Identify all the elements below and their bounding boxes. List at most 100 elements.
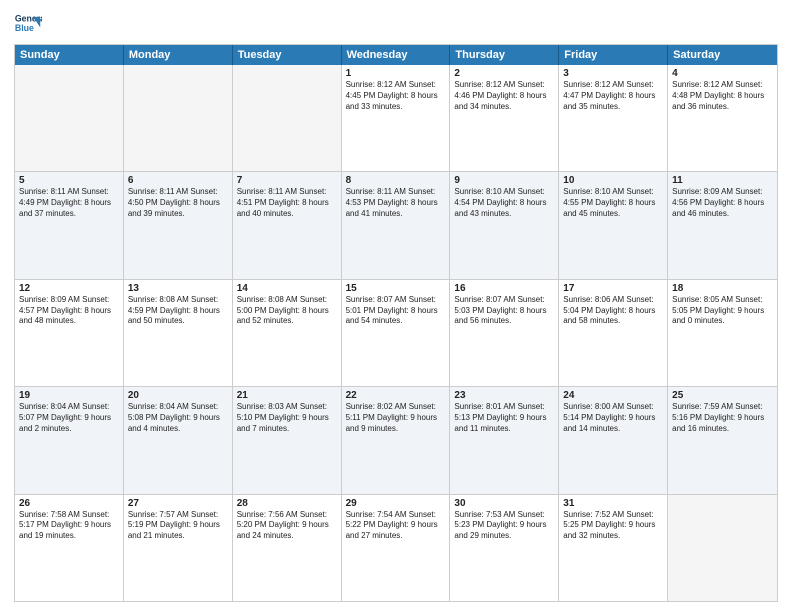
day-number: 17 xyxy=(563,283,663,294)
day-cell-11: 11Sunrise: 8:09 AM Sunset: 4:56 PM Dayli… xyxy=(668,172,777,278)
calendar: SundayMondayTuesdayWednesdayThursdayFrid… xyxy=(14,44,778,602)
day-cell-9: 9Sunrise: 8:10 AM Sunset: 4:54 PM Daylig… xyxy=(450,172,559,278)
calendar-row-3: 12Sunrise: 8:09 AM Sunset: 4:57 PM Dayli… xyxy=(15,279,777,386)
svg-text:Blue: Blue xyxy=(15,23,34,33)
day-info: Sunrise: 8:11 AM Sunset: 4:51 PM Dayligh… xyxy=(237,187,337,219)
day-cell-28: 28Sunrise: 7:56 AM Sunset: 5:20 PM Dayli… xyxy=(233,495,342,601)
day-number: 2 xyxy=(454,68,554,79)
day-number: 8 xyxy=(346,175,446,186)
day-cell-18: 18Sunrise: 8:05 AM Sunset: 5:05 PM Dayli… xyxy=(668,280,777,386)
calendar-body: 1Sunrise: 8:12 AM Sunset: 4:45 PM Daylig… xyxy=(15,65,777,601)
empty-cell xyxy=(124,65,233,171)
page: General Blue SundayMondayTuesdayWednesda… xyxy=(0,0,792,612)
day-cell-12: 12Sunrise: 8:09 AM Sunset: 4:57 PM Dayli… xyxy=(15,280,124,386)
logo: General Blue xyxy=(14,10,42,38)
day-cell-17: 17Sunrise: 8:06 AM Sunset: 5:04 PM Dayli… xyxy=(559,280,668,386)
header-day-thursday: Thursday xyxy=(450,45,559,65)
day-info: Sunrise: 8:12 AM Sunset: 4:46 PM Dayligh… xyxy=(454,80,554,112)
day-info: Sunrise: 8:12 AM Sunset: 4:47 PM Dayligh… xyxy=(563,80,663,112)
day-number: 3 xyxy=(563,68,663,79)
day-cell-10: 10Sunrise: 8:10 AM Sunset: 4:55 PM Dayli… xyxy=(559,172,668,278)
calendar-row-4: 19Sunrise: 8:04 AM Sunset: 5:07 PM Dayli… xyxy=(15,386,777,493)
day-number: 12 xyxy=(19,283,119,294)
day-number: 20 xyxy=(128,390,228,401)
day-cell-3: 3Sunrise: 8:12 AM Sunset: 4:47 PM Daylig… xyxy=(559,65,668,171)
day-number: 24 xyxy=(563,390,663,401)
day-info: Sunrise: 8:04 AM Sunset: 5:08 PM Dayligh… xyxy=(128,402,228,434)
day-info: Sunrise: 8:02 AM Sunset: 5:11 PM Dayligh… xyxy=(346,402,446,434)
day-cell-23: 23Sunrise: 8:01 AM Sunset: 5:13 PM Dayli… xyxy=(450,387,559,493)
day-cell-15: 15Sunrise: 8:07 AM Sunset: 5:01 PM Dayli… xyxy=(342,280,451,386)
day-info: Sunrise: 8:04 AM Sunset: 5:07 PM Dayligh… xyxy=(19,402,119,434)
empty-cell xyxy=(233,65,342,171)
day-cell-6: 6Sunrise: 8:11 AM Sunset: 4:50 PM Daylig… xyxy=(124,172,233,278)
day-info: Sunrise: 7:56 AM Sunset: 5:20 PM Dayligh… xyxy=(237,510,337,542)
day-number: 28 xyxy=(237,498,337,509)
day-cell-2: 2Sunrise: 8:12 AM Sunset: 4:46 PM Daylig… xyxy=(450,65,559,171)
day-cell-27: 27Sunrise: 7:57 AM Sunset: 5:19 PM Dayli… xyxy=(124,495,233,601)
day-info: Sunrise: 8:09 AM Sunset: 4:56 PM Dayligh… xyxy=(672,187,773,219)
header-day-saturday: Saturday xyxy=(668,45,777,65)
header-day-tuesday: Tuesday xyxy=(233,45,342,65)
day-cell-4: 4Sunrise: 8:12 AM Sunset: 4:48 PM Daylig… xyxy=(668,65,777,171)
day-cell-25: 25Sunrise: 7:59 AM Sunset: 5:16 PM Dayli… xyxy=(668,387,777,493)
header: General Blue xyxy=(14,10,778,38)
day-cell-1: 1Sunrise: 8:12 AM Sunset: 4:45 PM Daylig… xyxy=(342,65,451,171)
day-info: Sunrise: 8:11 AM Sunset: 4:53 PM Dayligh… xyxy=(346,187,446,219)
calendar-row-5: 26Sunrise: 7:58 AM Sunset: 5:17 PM Dayli… xyxy=(15,494,777,601)
day-number: 10 xyxy=(563,175,663,186)
day-number: 30 xyxy=(454,498,554,509)
header-day-wednesday: Wednesday xyxy=(342,45,451,65)
day-cell-19: 19Sunrise: 8:04 AM Sunset: 5:07 PM Dayli… xyxy=(15,387,124,493)
day-cell-16: 16Sunrise: 8:07 AM Sunset: 5:03 PM Dayli… xyxy=(450,280,559,386)
day-number: 26 xyxy=(19,498,119,509)
day-info: Sunrise: 8:07 AM Sunset: 5:03 PM Dayligh… xyxy=(454,295,554,327)
day-info: Sunrise: 8:00 AM Sunset: 5:14 PM Dayligh… xyxy=(563,402,663,434)
day-info: Sunrise: 7:59 AM Sunset: 5:16 PM Dayligh… xyxy=(672,402,773,434)
day-info: Sunrise: 8:08 AM Sunset: 4:59 PM Dayligh… xyxy=(128,295,228,327)
calendar-row-2: 5Sunrise: 8:11 AM Sunset: 4:49 PM Daylig… xyxy=(15,171,777,278)
day-cell-20: 20Sunrise: 8:04 AM Sunset: 5:08 PM Dayli… xyxy=(124,387,233,493)
day-cell-29: 29Sunrise: 7:54 AM Sunset: 5:22 PM Dayli… xyxy=(342,495,451,601)
empty-cell xyxy=(15,65,124,171)
day-number: 18 xyxy=(672,283,773,294)
day-cell-30: 30Sunrise: 7:53 AM Sunset: 5:23 PM Dayli… xyxy=(450,495,559,601)
day-info: Sunrise: 8:09 AM Sunset: 4:57 PM Dayligh… xyxy=(19,295,119,327)
day-cell-8: 8Sunrise: 8:11 AM Sunset: 4:53 PM Daylig… xyxy=(342,172,451,278)
day-number: 5 xyxy=(19,175,119,186)
day-number: 23 xyxy=(454,390,554,401)
header-day-monday: Monday xyxy=(124,45,233,65)
day-info: Sunrise: 8:11 AM Sunset: 4:49 PM Dayligh… xyxy=(19,187,119,219)
day-cell-24: 24Sunrise: 8:00 AM Sunset: 5:14 PM Dayli… xyxy=(559,387,668,493)
day-number: 31 xyxy=(563,498,663,509)
header-day-friday: Friday xyxy=(559,45,668,65)
day-info: Sunrise: 8:08 AM Sunset: 5:00 PM Dayligh… xyxy=(237,295,337,327)
day-number: 27 xyxy=(128,498,228,509)
day-info: Sunrise: 7:54 AM Sunset: 5:22 PM Dayligh… xyxy=(346,510,446,542)
day-number: 4 xyxy=(672,68,773,79)
day-number: 13 xyxy=(128,283,228,294)
day-number: 9 xyxy=(454,175,554,186)
day-info: Sunrise: 8:12 AM Sunset: 4:48 PM Dayligh… xyxy=(672,80,773,112)
day-info: Sunrise: 7:58 AM Sunset: 5:17 PM Dayligh… xyxy=(19,510,119,542)
day-number: 7 xyxy=(237,175,337,186)
day-cell-31: 31Sunrise: 7:52 AM Sunset: 5:25 PM Dayli… xyxy=(559,495,668,601)
day-cell-22: 22Sunrise: 8:02 AM Sunset: 5:11 PM Dayli… xyxy=(342,387,451,493)
day-number: 25 xyxy=(672,390,773,401)
day-cell-14: 14Sunrise: 8:08 AM Sunset: 5:00 PM Dayli… xyxy=(233,280,342,386)
day-number: 6 xyxy=(128,175,228,186)
day-info: Sunrise: 8:05 AM Sunset: 5:05 PM Dayligh… xyxy=(672,295,773,327)
empty-cell xyxy=(668,495,777,601)
day-info: Sunrise: 8:12 AM Sunset: 4:45 PM Dayligh… xyxy=(346,80,446,112)
day-info: Sunrise: 8:10 AM Sunset: 4:55 PM Dayligh… xyxy=(563,187,663,219)
day-info: Sunrise: 8:01 AM Sunset: 5:13 PM Dayligh… xyxy=(454,402,554,434)
day-info: Sunrise: 8:06 AM Sunset: 5:04 PM Dayligh… xyxy=(563,295,663,327)
day-number: 15 xyxy=(346,283,446,294)
day-number: 16 xyxy=(454,283,554,294)
day-info: Sunrise: 8:07 AM Sunset: 5:01 PM Dayligh… xyxy=(346,295,446,327)
logo-icon: General Blue xyxy=(14,10,42,38)
header-day-sunday: Sunday xyxy=(15,45,124,65)
day-number: 22 xyxy=(346,390,446,401)
day-info: Sunrise: 7:53 AM Sunset: 5:23 PM Dayligh… xyxy=(454,510,554,542)
day-cell-13: 13Sunrise: 8:08 AM Sunset: 4:59 PM Dayli… xyxy=(124,280,233,386)
